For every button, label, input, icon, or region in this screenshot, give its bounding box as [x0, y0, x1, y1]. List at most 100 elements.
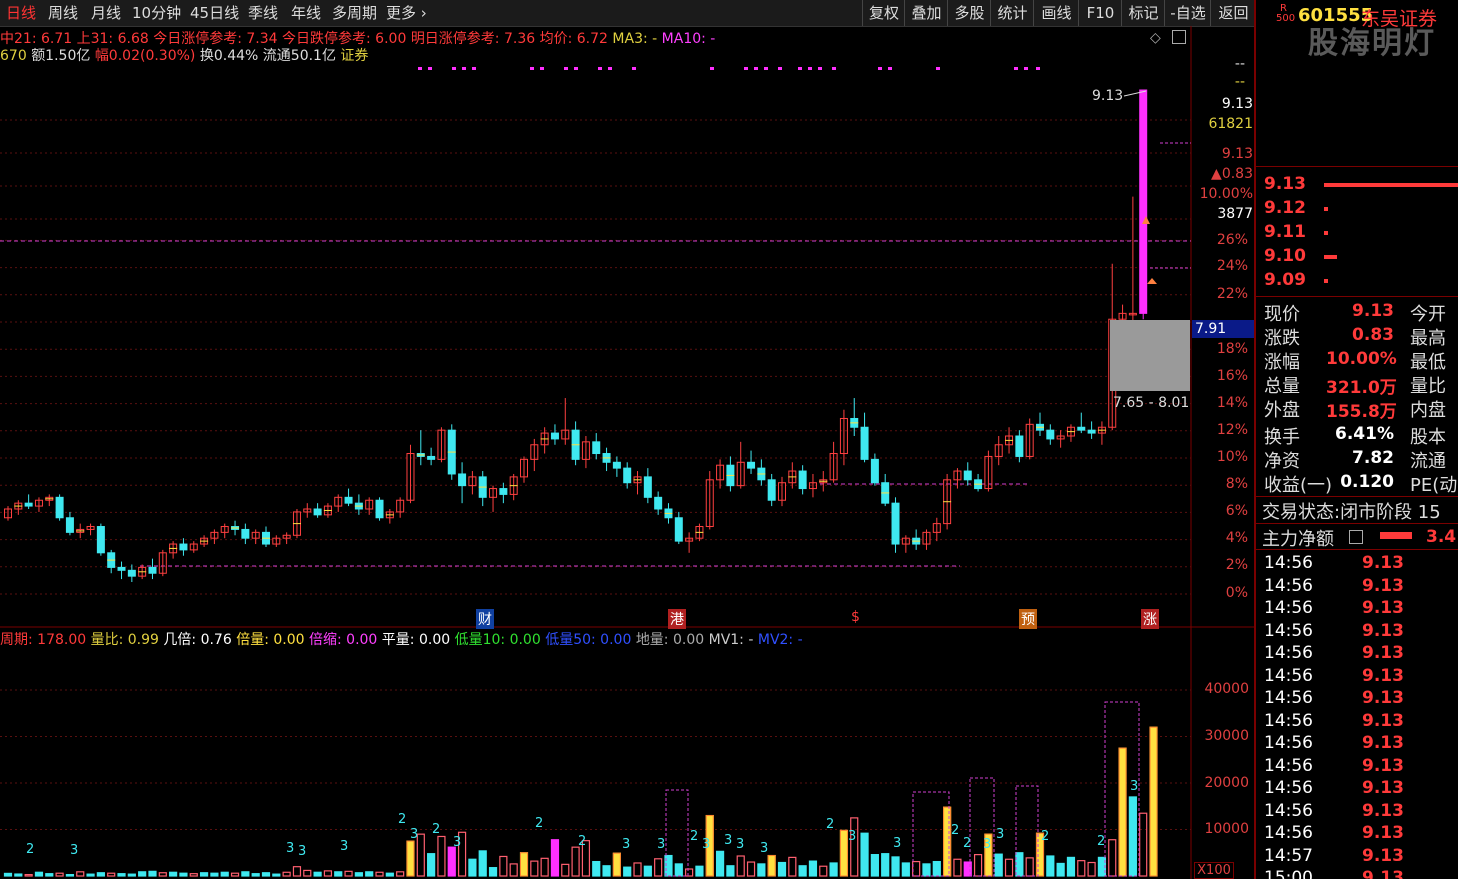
- candle-body: [1087, 429, 1096, 434]
- order-book-price: 9.11: [1264, 222, 1306, 242]
- signal-dot: [428, 67, 432, 70]
- volume-bar: [45, 873, 54, 877]
- volume-bar-hi: [943, 806, 952, 877]
- axis-vol-3877: 3877: [1217, 206, 1253, 222]
- volume-annotation: 3: [893, 836, 901, 851]
- signal-dot: [754, 67, 758, 70]
- event-marker-finance[interactable]: 财: [476, 609, 494, 629]
- volume-bar: [829, 862, 838, 877]
- candle-body: [654, 496, 663, 510]
- tick-time: 14:56: [1264, 575, 1313, 596]
- volume-bar: [1077, 860, 1086, 877]
- price-cursor-marker: 7.91: [1192, 320, 1257, 338]
- order-book-bar: [1324, 279, 1329, 283]
- tick-price: 9.13: [1362, 755, 1404, 776]
- volume-bar-hi: [1149, 726, 1158, 877]
- candle-body: [499, 488, 508, 495]
- volume-annotation: 2: [26, 842, 34, 857]
- volume-bar: [96, 872, 105, 877]
- quote-value: 0.120: [1340, 472, 1394, 492]
- tick-time: 14:56: [1264, 710, 1313, 731]
- volume-bar: [3, 872, 13, 877]
- vol-mv1: MV1: -: [708, 632, 754, 648]
- volume-bar: [375, 871, 384, 877]
- quote-label-2: 量比: [1410, 376, 1446, 397]
- candle-body: [747, 461, 756, 469]
- tick-time: 14:57: [1264, 845, 1313, 866]
- quote-label: 换手: [1264, 427, 1300, 448]
- quote-label: 现价: [1264, 304, 1300, 325]
- volume-bar: [220, 871, 229, 877]
- signal-dot: [832, 67, 836, 70]
- axis-change: ▲0.83: [1211, 166, 1253, 182]
- volume-bar: [107, 872, 116, 877]
- vol-axis-40000: 40000: [1204, 681, 1249, 697]
- axis-price-9-13: 9.13: [1221, 146, 1253, 162]
- tick-price: 9.13: [1362, 823, 1404, 843]
- vol-shrink: 倍缩: 0.00: [309, 632, 378, 648]
- volume-annotation: 3: [70, 843, 78, 858]
- volume-bar: [282, 871, 291, 877]
- volume-bar: [65, 874, 75, 877]
- axis-pct-6: 6%: [1225, 503, 1248, 519]
- quote-label-2: 今开: [1410, 304, 1446, 325]
- watermark: 股海明灯: [1308, 26, 1436, 61]
- volume-bar: [76, 871, 85, 877]
- peak-label: 9.13: [1092, 88, 1124, 104]
- candle-body: [1046, 429, 1055, 440]
- volume-bar: [169, 871, 178, 877]
- tick-time: 15:00: [1264, 868, 1313, 879]
- volume-bar: [1046, 855, 1055, 877]
- volume-bar: [385, 872, 394, 877]
- volume-annotation: 2: [951, 823, 959, 838]
- signal-dot: [888, 67, 892, 70]
- kline-chart[interactable]: 2 3 3 3 323 2322 3 323 3 3 323 322 33 2 23: [0, 0, 1255, 879]
- quote-panel: R 500 601555 东吴证券 股海明灯 9.13 9.12 9.11 9.10 9…: [1256, 0, 1458, 879]
- signal-dot: [540, 67, 544, 70]
- event-marker-limit-up[interactable]: 涨: [1141, 609, 1159, 629]
- signal-dot: [710, 67, 714, 70]
- main-net-value: 3.4: [1426, 527, 1457, 547]
- volume-bar: [994, 853, 1003, 877]
- volume-bar: [685, 868, 694, 877]
- tick-price: 9.13: [1362, 575, 1404, 596]
- volume-bar: [210, 872, 219, 877]
- volume-bar: [715, 850, 725, 877]
- tick-price: 9.13: [1362, 553, 1404, 573]
- volume-bar: [788, 856, 797, 877]
- tick-time: 14:56: [1264, 733, 1313, 753]
- axis-pct-0: 0%: [1225, 585, 1248, 601]
- axis-change-pct: 10.00%: [1199, 186, 1253, 202]
- axis-pct-26: 26%: [1216, 232, 1248, 248]
- vol-low50: 低量50: 0.00: [545, 632, 632, 648]
- tick-time: 14:56: [1264, 688, 1313, 708]
- candle-body: [55, 496, 64, 519]
- signal-dot: [452, 67, 456, 70]
- candle-body: [241, 528, 250, 539]
- volume-annotation: 3: [848, 829, 856, 844]
- quote-label-2: 最高: [1410, 328, 1446, 349]
- volume-bar: [189, 873, 198, 877]
- event-marker-hk[interactable]: 港: [668, 609, 686, 629]
- order-book-bar: [1324, 207, 1329, 211]
- candle-body: [375, 499, 384, 519]
- tick-price: 9.13: [1362, 665, 1404, 686]
- event-marker-dollar[interactable]: $: [849, 609, 862, 625]
- candle-body: [643, 476, 652, 498]
- volume-bar: [416, 833, 425, 877]
- event-marker-forecast[interactable]: 预: [1019, 609, 1037, 629]
- volume-bar: [138, 871, 147, 877]
- list-icon[interactable]: [1349, 530, 1363, 544]
- signal-dot: [530, 67, 534, 70]
- axis-pct-8: 8%: [1225, 476, 1248, 492]
- axis-pct-16: 16%: [1216, 368, 1248, 384]
- tick-price: 9.13: [1362, 845, 1404, 866]
- vol-axis-30000: 30000: [1204, 728, 1249, 744]
- volume-bar: [540, 857, 549, 877]
- volume-bar: [592, 860, 601, 877]
- quote-label-2: 最低: [1410, 352, 1446, 373]
- volume-bar: [643, 865, 652, 877]
- signal-dot: [744, 67, 748, 70]
- vol-low10: 低量10: 0.00: [454, 632, 541, 648]
- tick-price: 9.13: [1362, 620, 1404, 641]
